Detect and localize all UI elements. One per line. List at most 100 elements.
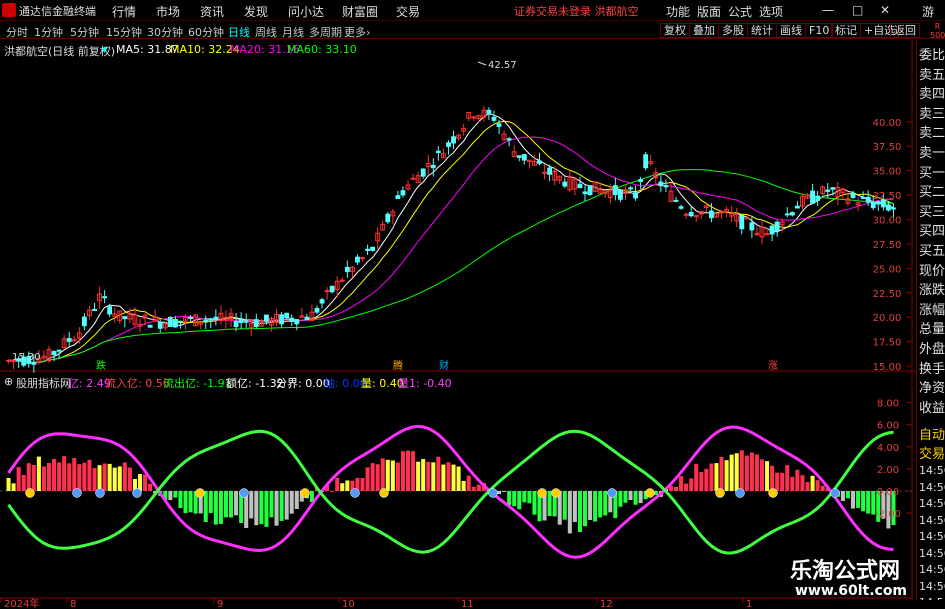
quote-field: 净资	[919, 381, 945, 397]
statistics-button[interactable]: 统计	[747, 23, 777, 38]
indicator-bar	[335, 477, 340, 491]
draw-line-button[interactable]: 画线	[776, 23, 806, 38]
indicator-bar	[759, 459, 765, 491]
period-tab-weekly[interactable]: 周线	[255, 24, 277, 40]
period-tab-60min[interactable]: 60分钟	[188, 24, 224, 40]
quote-field: 买五	[919, 244, 945, 259]
indicator-bar	[375, 464, 380, 491]
candle-body	[638, 179, 644, 182]
candle-body	[395, 195, 401, 199]
period-tab-5min[interactable]: 5分钟	[70, 24, 99, 40]
trade-button[interactable]: 交易	[919, 443, 945, 462]
indicator-bar	[223, 491, 228, 518]
indicator-bar	[173, 491, 178, 498]
candle-body	[344, 267, 350, 273]
indicator-bar	[400, 451, 405, 491]
menu-item-trade[interactable]: 交易	[396, 3, 420, 20]
candle-body	[537, 160, 542, 164]
indicator-tick-label: 6.00	[877, 421, 899, 432]
indicator-volume1: 量1: -0.40	[398, 377, 452, 390]
period-tab-15min[interactable]: 15分钟	[106, 24, 142, 40]
indicator-bar	[168, 491, 173, 501]
candle-body	[172, 319, 178, 328]
indicator-bar	[264, 491, 269, 527]
candle-body	[678, 206, 684, 209]
trade-time: 14:56	[919, 480, 945, 494]
indicator-bar	[11, 483, 16, 491]
indicator-bar	[254, 491, 259, 526]
menu-item-ask[interactable]: 问小达	[288, 3, 324, 20]
app-logo-icon	[2, 3, 16, 17]
high-price-label: 42.57	[488, 60, 517, 71]
close-icon[interactable]: ✕	[880, 3, 890, 17]
indicator-bar	[780, 472, 785, 491]
candle-body	[400, 190, 406, 196]
mark-button[interactable]: 标记	[831, 23, 861, 38]
menu-item-options[interactable]: 选项	[759, 3, 783, 20]
menu-item-market[interactable]: 行情	[112, 3, 136, 20]
menu-item-exchange[interactable]: 市场	[156, 3, 180, 20]
candle-body	[329, 285, 335, 293]
candle-body	[617, 189, 623, 200]
period-tab-multi[interactable]: 多周期	[309, 24, 342, 40]
menu-item-function[interactable]: 功能	[666, 3, 690, 20]
event-marker: 腾	[393, 359, 403, 372]
indicator-bar	[294, 491, 299, 510]
auto-button[interactable]: 自动	[919, 424, 945, 443]
login-warning[interactable]: 证券交易未登录 洪都航空	[514, 3, 639, 19]
period-tab-more[interactable]: 更多›	[344, 24, 370, 40]
indicator-toggle-icon[interactable]: ⊕	[4, 375, 13, 388]
back-button[interactable]: 返回	[890, 23, 920, 38]
indicator-bar	[360, 478, 365, 491]
indicator-tick-label: -2.00	[875, 509, 901, 520]
ma-toggle-icon[interactable]: ▾	[102, 43, 108, 56]
indicator-bar	[800, 475, 805, 491]
overlay-button[interactable]: 叠加	[689, 23, 719, 38]
price-tick-label: 17.50	[873, 338, 902, 349]
period-tab-30min[interactable]: 30分钟	[147, 24, 183, 40]
indicator-bar	[330, 490, 335, 492]
candle-body	[451, 136, 456, 144]
candle-body	[496, 123, 502, 127]
menu-bar: 通达信金融终端 行情 市场 资讯 发现 问小达 财富圈 交易 证券交易未登录 洪…	[0, 0, 945, 36]
indicator-bar	[567, 491, 572, 534]
candle-body	[516, 155, 522, 158]
adjust-button[interactable]: 复权	[660, 23, 690, 38]
period-tab-timeshare[interactable]: 分时	[6, 24, 28, 40]
quote-field: 买一	[919, 165, 945, 181]
signal-face-icon	[25, 488, 35, 498]
indicator-bar	[188, 491, 193, 513]
menu-item-discover[interactable]: 发现	[244, 3, 268, 20]
menu-item-layout[interactable]: 版面	[697, 3, 721, 20]
menu-item-news[interactable]: 资讯	[200, 3, 224, 20]
menu-item-wealth[interactable]: 财富圈	[342, 3, 378, 20]
f10-button[interactable]: F10	[805, 23, 834, 38]
quote-field: 涨跌	[919, 283, 945, 299]
indicator-bar	[588, 491, 593, 521]
candle-body	[521, 154, 527, 161]
candle-body	[709, 210, 714, 219]
candle-body	[506, 138, 512, 141]
indicator-bar	[446, 462, 451, 491]
indicator-bar	[765, 461, 770, 491]
price-tick-label: 40.00	[873, 118, 902, 129]
indicator-bar	[628, 491, 633, 500]
indicator-bar	[699, 472, 704, 491]
indicator-bar	[107, 463, 112, 491]
candle-body	[643, 154, 649, 169]
indicator-bar	[724, 460, 729, 491]
period-tab-daily[interactable]: 日线	[228, 24, 250, 40]
candle-body	[238, 318, 244, 323]
indicator-bar	[426, 461, 431, 491]
kline-chart[interactable]: 40.00 37.50 35.00 32.50 30.00 27.50 25.00 22.50…	[0, 40, 916, 609]
menu-item-formula[interactable]: 公式	[728, 3, 752, 20]
event-marker: 跌	[96, 359, 106, 372]
period-tab-1min[interactable]: 1分钟	[34, 24, 63, 40]
multi-stock-button[interactable]: 多股	[718, 23, 748, 38]
indicator-bar	[87, 459, 92, 491]
minimize-icon[interactable]: —	[822, 3, 834, 17]
period-tab-monthly[interactable]: 月线	[282, 24, 304, 40]
indicator-bar	[805, 482, 810, 491]
indicator-bar	[593, 491, 598, 522]
maximize-icon[interactable]: □	[852, 3, 863, 17]
